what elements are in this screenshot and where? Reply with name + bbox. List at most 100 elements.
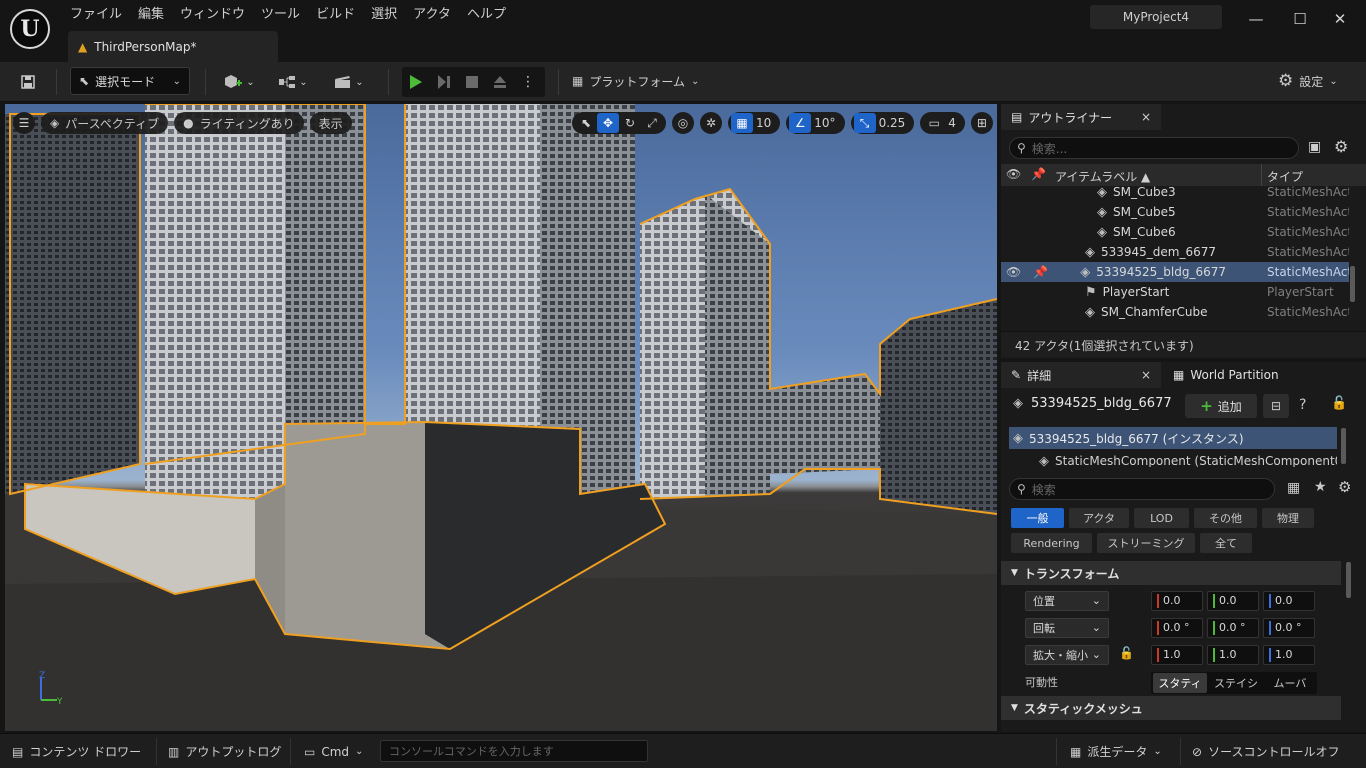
table-view-icon[interactable]: ▦	[1287, 480, 1300, 496]
visibility-eye-icon[interactable]: 👁	[1006, 265, 1021, 279]
scale-z-field[interactable]: 1.0	[1263, 644, 1315, 665]
camera-speed-value[interactable]: 4	[945, 116, 962, 130]
translate-tool-icon[interactable]: ✥	[597, 113, 619, 133]
component-root-item[interactable]: ◈ 53394525_bldg_6677 (インスタンス)	[1009, 427, 1337, 449]
settings-button[interactable]: ⚙ 設定 ⌄	[1278, 67, 1338, 95]
filter-rendering[interactable]: Rendering	[1011, 533, 1092, 553]
tab-outliner[interactable]: ▤ アウトライナー ×	[1001, 104, 1161, 130]
list-item[interactable]: ⚑ PlayerStart PlayerStart	[1001, 282, 1349, 302]
help-icon[interactable]: ?	[1299, 397, 1306, 413]
filter-general[interactable]: 一般	[1011, 508, 1064, 528]
eject-icon[interactable]	[486, 68, 514, 96]
menu-actor[interactable]: アクタ	[405, 4, 459, 26]
pin-icon[interactable]: 📌	[1033, 265, 1048, 279]
static-mesh-section-header[interactable]: ▼ スタティックメッシュ	[1001, 696, 1341, 720]
rotation-dropdown[interactable]: 回転 ⌄	[1025, 617, 1109, 638]
menu-select[interactable]: 選択	[363, 4, 405, 26]
close-icon[interactable]: ×	[1141, 368, 1151, 382]
add-folder-icon[interactable]: ▣	[1308, 139, 1321, 155]
list-item-selected[interactable]: 👁 📌 ◈ 53394525_bldg_6677 StaticMeshActor	[1001, 262, 1349, 282]
location-z-field[interactable]: 0.0	[1263, 590, 1315, 611]
maximize-viewport-icon[interactable]: ⊞	[970, 112, 993, 134]
filter-misc[interactable]: その他	[1194, 508, 1257, 528]
play-icon[interactable]	[402, 68, 430, 96]
add-actor-button[interactable]: ⌄	[218, 68, 260, 96]
close-icon[interactable]: ✕	[1320, 2, 1360, 36]
gear-icon[interactable]: ⚙	[1338, 478, 1351, 496]
lock-icon[interactable]: 🔓	[1119, 646, 1134, 660]
rotate-tool-icon[interactable]: ↻	[619, 113, 641, 133]
transform-section-header[interactable]: ▼ トランスフォーム	[1001, 561, 1341, 585]
close-icon[interactable]: ×	[1141, 110, 1151, 124]
component-child-item[interactable]: ◈ StaticMeshComponent (StaticMeshCompone…	[1039, 451, 1337, 468]
console-command-input[interactable]: コンソールコマンドを入力します	[380, 740, 648, 762]
location-y-field[interactable]: 0.0	[1207, 590, 1259, 611]
gear-icon[interactable]: ⚙	[1334, 137, 1348, 156]
tab-world-partition[interactable]: ▦ World Partition	[1163, 362, 1313, 388]
advance-frame-icon[interactable]	[430, 68, 458, 96]
filter-all[interactable]: 全て	[1200, 533, 1252, 553]
camera-speed-group[interactable]: ▭ 4	[920, 112, 965, 134]
lock-icon[interactable]: 🔓	[1331, 396, 1347, 411]
rotation-z-field[interactable]: 0.0 °	[1263, 617, 1315, 638]
derived-data-button[interactable]: ▦ 派生データ ⌄	[1070, 734, 1162, 768]
source-control-button[interactable]: ⊘ ソースコントロールオフ	[1192, 734, 1339, 768]
cinematics-button[interactable]: ⌄	[328, 68, 370, 96]
details-scrollbar[interactable]	[1346, 562, 1351, 598]
menu-tools[interactable]: ツール	[253, 4, 308, 26]
select-tool-icon[interactable]: ⬉	[575, 113, 597, 133]
menu-window[interactable]: ウィンドウ	[172, 4, 253, 26]
scale-tool-icon[interactable]: ⤢	[641, 113, 663, 133]
list-item[interactable]: ◈ SM_Cube5 StaticMeshActor	[1001, 202, 1349, 222]
surface-snap-icon[interactable]: ✲	[700, 112, 722, 134]
camera-icon[interactable]: ▭	[923, 113, 945, 133]
menu-help[interactable]: ヘルプ	[459, 4, 514, 26]
platforms-button[interactable]: ▦ プラットフォーム ⌄	[572, 67, 699, 95]
outliner-scrollbar[interactable]	[1350, 266, 1355, 302]
details-search-input[interactable]: ⚲ 検索	[1009, 478, 1275, 500]
scale-snap-value[interactable]: 0.25	[876, 116, 912, 130]
location-x-field[interactable]: 0.0	[1151, 590, 1203, 611]
scale-y-field[interactable]: 1.0	[1207, 644, 1259, 665]
save-icon[interactable]	[14, 68, 42, 96]
menu-file[interactable]: ファイル	[62, 4, 130, 26]
list-item[interactable]: ◈ SM_ChamferCube StaticMeshActor	[1001, 302, 1349, 322]
favorite-star-icon[interactable]: ★	[1314, 479, 1327, 495]
mobility-static[interactable]: スタティ	[1153, 673, 1207, 693]
filter-actor[interactable]: アクタ	[1069, 508, 1129, 528]
show-button[interactable]: 表示	[309, 112, 352, 134]
component-scrollbar[interactable]	[1341, 428, 1346, 464]
viewport-scene[interactable]	[5, 104, 997, 731]
column-item-label[interactable]: アイテムラベル ▲	[1055, 168, 1150, 185]
scale-snap-icon[interactable]: ⤡	[853, 113, 876, 133]
actor-name[interactable]: 53394525_bldg_6677	[1031, 396, 1172, 411]
rotation-x-field[interactable]: 0.0 °	[1151, 617, 1203, 638]
rotation-snap-value[interactable]: 10°	[811, 116, 841, 130]
rotation-snap-group[interactable]: ∠ 10°	[786, 112, 845, 134]
filter-lod[interactable]: LOD	[1134, 508, 1189, 528]
blueprint-button[interactable]: ⌄	[272, 68, 314, 96]
add-component-button[interactable]: + 追加	[1185, 394, 1257, 418]
list-item[interactable]: ◈ SM_Cube3 StaticMeshActor	[1001, 186, 1349, 202]
grid-snap-value[interactable]: 10	[753, 116, 777, 130]
viewport-menu-icon[interactable]: ☰	[13, 112, 35, 134]
filter-streaming[interactable]: ストリーミング	[1097, 533, 1195, 553]
scale-dropdown[interactable]: 拡大・縮小 ⌄	[1025, 644, 1109, 665]
mode-select-dropdown[interactable]: ⬉ 選択モード ⌄	[70, 67, 190, 95]
menu-build[interactable]: ビルド	[308, 4, 363, 26]
more-options-icon[interactable]: ⋮	[514, 68, 542, 96]
cmd-dropdown[interactable]: ▭ Cmd ⌄	[304, 734, 363, 768]
mobility-movable[interactable]: ムーバ	[1265, 673, 1315, 693]
stop-icon[interactable]	[458, 68, 486, 96]
blueprint-icon[interactable]: ⊟	[1263, 394, 1289, 418]
world-local-icon[interactable]: ◎	[672, 112, 694, 134]
menu-edit[interactable]: 編集	[130, 4, 172, 26]
scale-x-field[interactable]: 1.0	[1151, 644, 1203, 665]
pin-icon[interactable]: 📌	[1031, 167, 1046, 181]
list-item[interactable]: ◈ 533945_dem_6677 StaticMeshActor	[1001, 242, 1349, 262]
list-item[interactable]: ◈ SM_Cube6 StaticMeshActor	[1001, 222, 1349, 242]
unreal-logo-icon[interactable]: U	[10, 9, 50, 49]
output-log-button[interactable]: ▥ アウトプットログ	[168, 734, 281, 768]
maximize-icon[interactable]: ☐	[1280, 2, 1320, 36]
minimize-icon[interactable]: —	[1236, 2, 1276, 36]
